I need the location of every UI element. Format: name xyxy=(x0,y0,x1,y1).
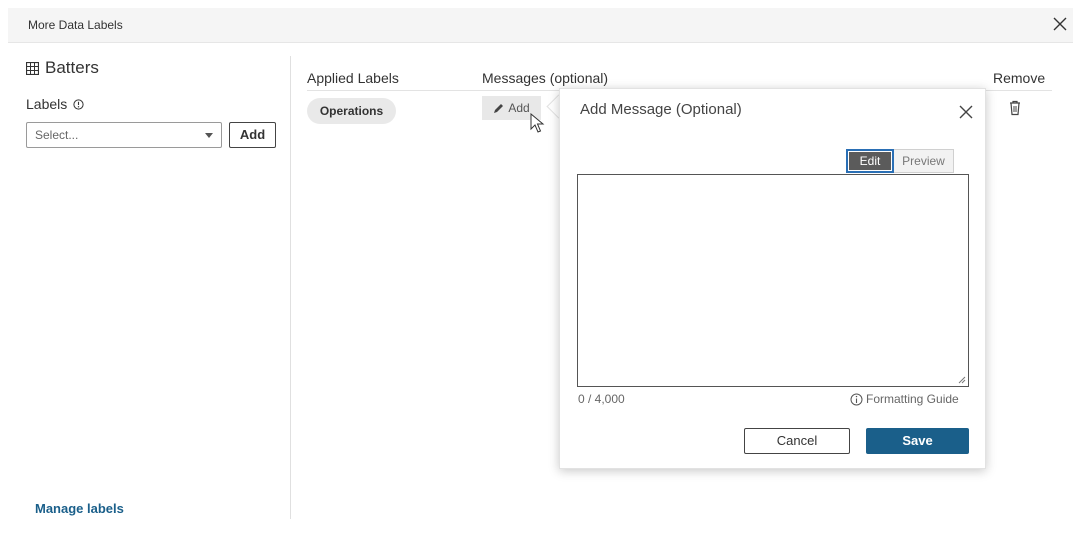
add-label-button[interactable]: Add xyxy=(229,122,276,148)
message-textarea[interactable] xyxy=(577,174,969,387)
info-icon[interactable] xyxy=(73,98,84,110)
panel-divider xyxy=(290,56,291,519)
edit-preview-toggle: Edit Preview xyxy=(846,149,954,173)
trash-icon[interactable] xyxy=(1008,100,1022,116)
save-button[interactable]: Save xyxy=(866,428,969,454)
dialog-title: More Data Labels xyxy=(28,18,123,32)
manage-labels-link[interactable]: Manage labels xyxy=(35,501,124,516)
character-count: 0 / 4,000 xyxy=(578,392,625,406)
cursor-icon xyxy=(530,113,545,133)
applied-labels-header: Applied Labels xyxy=(307,70,399,86)
messages-header: Messages (optional) xyxy=(482,70,609,86)
add-message-popover: Add Message (Optional) Edit Preview 0 / … xyxy=(559,88,986,469)
add-message-label: Add xyxy=(508,101,530,115)
popover-title: Add Message (Optional) xyxy=(580,101,742,118)
tab-edit[interactable]: Edit xyxy=(846,149,894,173)
remove-header: Remove xyxy=(993,70,1046,86)
labels-heading: Labels xyxy=(26,96,84,112)
tab-preview[interactable]: Preview xyxy=(894,149,954,173)
datasource-header: Batters xyxy=(26,58,99,78)
labels-select-value: Select... xyxy=(35,128,79,142)
info-icon xyxy=(850,393,863,405)
pencil-icon xyxy=(494,103,504,113)
formatting-guide-link[interactable]: Formatting Guide xyxy=(850,392,959,406)
dialog-titlebar: More Data Labels xyxy=(8,8,1073,43)
chevron-down-icon xyxy=(205,133,213,138)
labels-select[interactable]: Select... xyxy=(26,122,222,148)
applied-label-pill: Operations xyxy=(307,98,396,124)
labels-heading-text: Labels xyxy=(26,96,68,112)
close-icon[interactable] xyxy=(1049,13,1071,35)
cancel-button[interactable]: Cancel xyxy=(744,428,850,454)
formatting-guide-label: Formatting Guide xyxy=(866,392,959,406)
close-icon[interactable] xyxy=(957,103,975,121)
resize-grip-icon[interactable] xyxy=(958,376,966,384)
table-icon xyxy=(26,61,39,75)
datasource-name: Batters xyxy=(45,58,99,77)
